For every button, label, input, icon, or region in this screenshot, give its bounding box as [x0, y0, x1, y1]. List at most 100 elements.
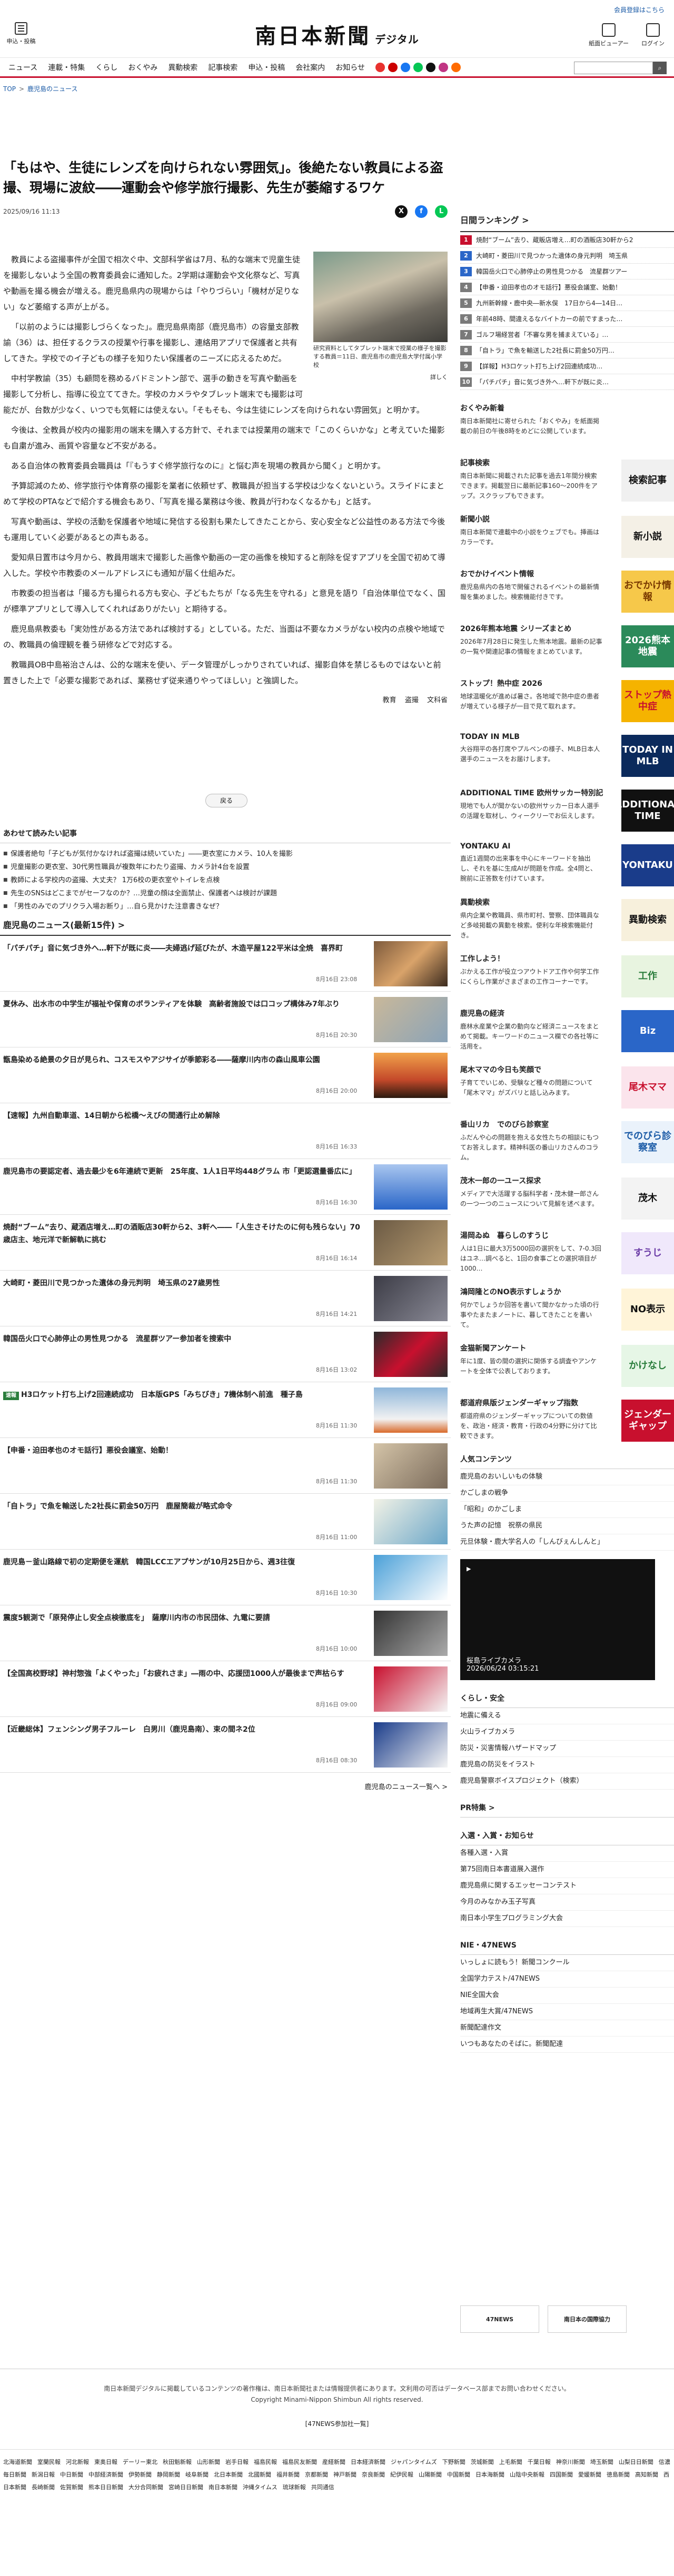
- feature-box[interactable]: 鹿児島の経済 鹿林水産業や企業の動向など経済ニュースをまとめて掲載。キーワードのニ…: [460, 1008, 674, 1052]
- news-item[interactable]: 【全国高校野球】神村惣強「よくやった」「お疲れさま」―雨の中、応援団1000人が…: [0, 1661, 451, 1717]
- feature-box[interactable]: ADDITIONAL TIME 欧州サッカー特別記 現地でも人が聞かないの欧州サッ…: [460, 787, 674, 832]
- related-item[interactable]: 児童撮影の更衣室、30代男性職員が複数年にわたり盗撮、カメラ計4台を設置: [3, 861, 448, 874]
- news-headline[interactable]: 【近畿総体】フェンシング男子フルーレ 白男川（鹿児島南）、束の間ネ2位: [3, 1723, 366, 1736]
- footer-newspaper-link[interactable]: 愛媛新聞: [578, 2471, 601, 2478]
- nie-item[interactable]: 新聞配達作文: [460, 2020, 674, 2036]
- footer-newspaper-link[interactable]: 徳島新聞: [607, 2471, 630, 2478]
- related-item[interactable]: 保護者絶句「子どもが気付かなければ盗撮は続いていた」――更衣室にカメラ、10人を…: [3, 847, 448, 861]
- social-icon[interactable]: [439, 62, 449, 72]
- footer-newspaper-link[interactable]: 日本経済新聞: [351, 2459, 385, 2465]
- footer-newspaper-link[interactable]: 千葉日報: [528, 2459, 551, 2465]
- footer-newspaper-link[interactable]: 伊勢新聞: [128, 2471, 152, 2478]
- social-icon[interactable]: [413, 62, 423, 72]
- breadcrumb-section[interactable]: 鹿児島のニュース: [27, 85, 77, 93]
- feature-banner[interactable]: 茂木: [621, 1177, 674, 1220]
- join-item[interactable]: 各種入選・入賞: [460, 1845, 674, 1862]
- feature-banner[interactable]: おでかけ情報: [621, 571, 674, 613]
- news-item[interactable]: 甑島染める絶景の夕日が見られ、コスモスやアジサイが季節彩る――薩摩川内市の森山風…: [0, 1047, 451, 1103]
- photo-more-link[interactable]: 詳しく: [313, 370, 448, 385]
- news-thumbnail[interactable]: [374, 1555, 448, 1600]
- footer-newspaper-link[interactable]: ジャパンタイムズ: [391, 2459, 437, 2465]
- footer-newspaper-link[interactable]: 沖縄タイムス: [243, 2484, 277, 2491]
- news-thumbnail[interactable]: [374, 1722, 448, 1768]
- search-input[interactable]: [574, 62, 653, 74]
- x-share-icon[interactable]: X: [395, 205, 408, 218]
- news-item[interactable]: 焼酎“ブーム”去り、蔵酒店増え…町の酒販店30軒から2、3軒へ――「人生さそけた…: [0, 1215, 451, 1271]
- footer-newspaper-link[interactable]: 長崎新聞: [32, 2484, 55, 2491]
- news-item[interactable]: 速報 H3ロケット打ち上げ2回連続成功 日本版GPS「みちびき」7機体制へ前進 種…: [0, 1382, 451, 1438]
- footer-newspaper-link[interactable]: 産経新聞: [322, 2459, 345, 2465]
- feature-banner[interactable]: ADDITIONAL TIME: [614, 790, 674, 832]
- nav-item[interactable]: 会社案内: [290, 62, 330, 73]
- footer-newspaper-link[interactable]: 中国新聞: [447, 2471, 470, 2478]
- news-thumbnail[interactable]: [374, 1109, 448, 1154]
- nie-item[interactable]: いつもあなたのそばに。新聞配達: [460, 2036, 674, 2053]
- feature-box[interactable]: 都道府県版ジェンダーギャップ指数 都道府県のジェンダーギャップについての数値を、政…: [460, 1397, 674, 1442]
- news-headline[interactable]: 「自トラ」で魚を輸送した2社長に罰金50万円 鹿屋簡裁が略式命令: [3, 1500, 366, 1513]
- footer-newspaper-link[interactable]: 静岡新聞: [157, 2471, 180, 2478]
- news-item[interactable]: 鹿児島市の要認定者、過去最少を6年連続で更新 25年度、1人1日平均448グラム…: [0, 1159, 451, 1215]
- ranking-item[interactable]: 3 韓国岳火口で心肺停止の男性見つかる 流星群ツアー: [460, 264, 674, 279]
- news-headline[interactable]: 甑島染める絶景の夕日が見られ、コスモスやアジサイが季節彩る――薩摩川内市の森山風…: [3, 1054, 366, 1066]
- feature-banner[interactable]: 異動検索: [621, 899, 674, 941]
- news-headline[interactable]: 鹿児島市の要認定者、過去最少を6年連続で更新 25年度、1人1日平均448グラム…: [3, 1165, 366, 1178]
- nav-item[interactable]: おくやみ: [123, 62, 163, 73]
- menu-button[interactable]: 申込・投稿: [5, 22, 37, 45]
- news-headline[interactable]: 【申番・迫田孝也のオモ話行】悪役会議室、始動！: [3, 1444, 366, 1457]
- related-item[interactable]: 「男性のみでのプリクラ入場お断り」…自ら見かけた注意書きなぜ？: [3, 900, 448, 913]
- footer-newspaper-link[interactable]: 紀伊民報: [390, 2471, 413, 2478]
- banner-ad[interactable]: 南日本の国際協力: [548, 2305, 627, 2333]
- feature-box[interactable]: 湯岡ゐぬ 暮らしのすうじ 人は1日に最大3万5000回の選択をして、7-0.3回は…: [460, 1230, 674, 1274]
- social-icon[interactable]: [375, 62, 385, 72]
- ranking-item[interactable]: 6 年前48時、間違えるなバイトカーの前ですまった…: [460, 311, 674, 327]
- feature-banner[interactable]: ジェンダーギャップ: [621, 1400, 674, 1442]
- footer-newspaper-link[interactable]: 共同通信: [311, 2484, 334, 2491]
- footer-newspaper-link[interactable]: 福島民報: [254, 2459, 277, 2465]
- feature-box[interactable]: 工作しよう！ ぶかえる工作が役立つアウトドア工作や何学工作にくらし作業がさまざまの…: [460, 953, 674, 997]
- ranking-item[interactable]: 2 大崎町・菱田川で見つかった遺体の身元判明 埼玉県: [460, 248, 674, 264]
- feature-box[interactable]: おでかけイベント情報 鹿児島県内の各地で開催されるイベントの最新情報を集めました。…: [460, 568, 674, 613]
- volcano-live-camera[interactable]: ▶ 桜島ライブカメラ 2026/06/24 03:15:21: [460, 1559, 655, 1680]
- viewer-button[interactable]: 紙面ビューアー: [589, 23, 629, 47]
- news-thumbnail[interactable]: [374, 1220, 448, 1265]
- feature-banner[interactable]: Biz: [621, 1010, 674, 1052]
- life-item[interactable]: 地震に備える: [460, 1708, 674, 1724]
- feature-box[interactable]: 番山リカ でのびら診察室 ふだんや心の問題を抱える女性たちの相談にもつてお答えしま…: [460, 1119, 674, 1163]
- breadcrumb-top[interactable]: TOP: [3, 85, 16, 93]
- news-thumbnail[interactable]: [374, 1611, 448, 1656]
- news-item[interactable]: 震度5観測で「原発停止し安全点検徹底を」 薩摩川内市の市民団体、九電に要請 8月1…: [0, 1605, 451, 1661]
- life-item[interactable]: 火山ライブカメラ: [460, 1724, 674, 1741]
- footer-newspaper-link[interactable]: 山形新聞: [197, 2459, 220, 2465]
- footer-newspaper-link[interactable]: 南日本新聞: [209, 2484, 237, 2491]
- nav-item[interactable]: くらし: [90, 62, 123, 73]
- ranking-item[interactable]: 8 「自トラ」で魚を輸送した2社長に罰金50万円…: [460, 343, 674, 358]
- news-item[interactable]: 「自トラ」で魚を輸送した2社長に罰金50万円 鹿屋簡裁が略式命令 8月16日 11…: [0, 1494, 451, 1550]
- news-headline[interactable]: 夏休み、出水市の中学生が福祉や保育のボランティアを体験 高齢者施設では口コップ構…: [3, 998, 366, 1011]
- footer-newspaper-link[interactable]: 宮崎日日新聞: [168, 2484, 203, 2491]
- feature-banner[interactable]: 検索記事: [621, 460, 674, 502]
- contents-item[interactable]: 鹿児島のおいしいもの体験: [460, 1469, 674, 1485]
- footer-newspaper-link[interactable]: 秋田魁新報: [163, 2459, 192, 2465]
- news-thumbnail[interactable]: [374, 1164, 448, 1210]
- related-item[interactable]: 先生のSNSはどこまでがセーフなのか？…児童の顔は全面禁止、保護者へは検討が課題: [3, 887, 448, 900]
- footer-newspaper-link[interactable]: デーリー東北: [123, 2459, 157, 2465]
- feature-box[interactable]: 金猫新聞アンケート 年に1度、皆の間の選択に関係する調査やアンケートを全体で公表し…: [460, 1343, 674, 1387]
- tag-link[interactable]: 文科省: [427, 696, 448, 704]
- nie-item[interactable]: いっしょに読もう！新聞コンクール: [460, 1955, 674, 1971]
- news-thumbnail[interactable]: [374, 941, 448, 986]
- news-item[interactable]: 「パチパチ」音に気づき外へ…軒下が既に炎――夫婦逃げ延びたが、木造平屋122平米…: [0, 936, 451, 992]
- social-icon[interactable]: [401, 62, 411, 72]
- news-more-link[interactable]: 鹿児島のニュース一覧へ >: [0, 1773, 451, 1800]
- news-headline[interactable]: 「パチパチ」音に気づき外へ…軒下が既に炎――夫婦逃げ延びたが、木造平屋122平米…: [3, 942, 366, 955]
- contents-item[interactable]: 元旦体験・鹿大学名人の「しんびぇんしんと」: [460, 1534, 674, 1551]
- feature-banner[interactable]: YONTAKU: [621, 844, 674, 886]
- login-button[interactable]: ログイン: [641, 23, 665, 47]
- footer-newspaper-link[interactable]: 茨城新聞: [471, 2459, 494, 2465]
- news-item[interactable]: 鹿児島－釜山路線で初の定期便を運航 韓国LCCエアプサンが10月25日から、週3…: [0, 1550, 451, 1605]
- news-thumbnail[interactable]: [374, 1666, 448, 1712]
- tag-link[interactable]: 教育: [383, 696, 397, 704]
- feature-box[interactable]: 2026年熊本地震 シリーズまとめ 2026年7月28日に発生した熊本地震。最新の…: [460, 623, 674, 667]
- ranking-item[interactable]: 7 ゴルフ場経営者「不審な男を捕まえている」…: [460, 327, 674, 343]
- feature-banner[interactable]: 新小説: [621, 516, 674, 558]
- news-item[interactable]: 韓国岳火口で心肺停止の男性見つかる 流星群ツアー参加者を捜索中 8月16日 13:…: [0, 1326, 451, 1382]
